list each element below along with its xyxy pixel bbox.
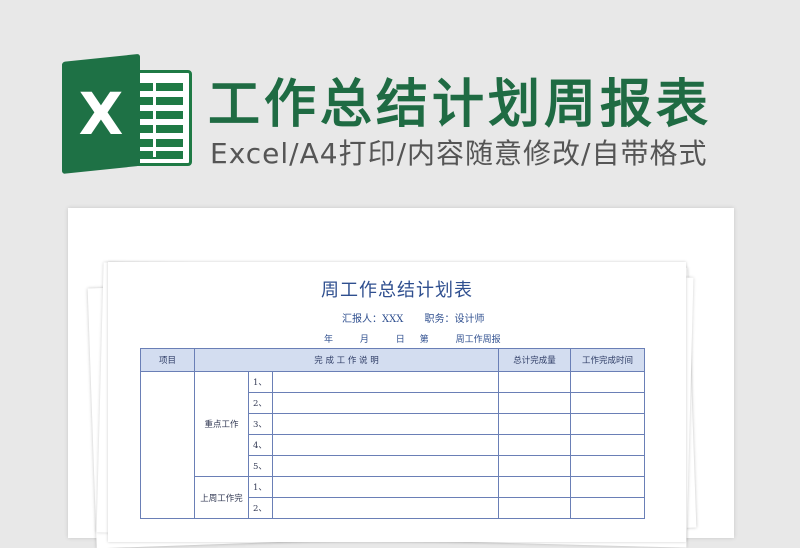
row-number: 1、 bbox=[248, 476, 273, 498]
description-cell bbox=[271, 455, 500, 477]
date-year: 年 bbox=[324, 335, 334, 345]
date-row: 年 月 日 第 周工作周报 bbox=[324, 332, 513, 345]
description-cell bbox=[271, 392, 500, 414]
date-week: 第 bbox=[419, 335, 429, 345]
row-number: 5、 bbox=[248, 455, 273, 477]
table-header-row: 项目 完 成 工 作 说 明 总计完成量 工作完成时间 bbox=[140, 348, 646, 372]
total-cell bbox=[498, 371, 572, 393]
excel-x-letter: X bbox=[78, 80, 124, 148]
description-cell bbox=[271, 497, 500, 519]
position-label: 职务：设计师 bbox=[424, 314, 485, 325]
sheet-title: 周工作总结计划表 bbox=[321, 280, 473, 301]
excel-logo-icon: X bbox=[62, 53, 194, 175]
section-label: 重点工作 bbox=[194, 371, 249, 477]
row-number: 2、 bbox=[248, 497, 273, 519]
project-cell bbox=[140, 371, 195, 519]
time-cell bbox=[570, 497, 646, 519]
row-number: 1、 bbox=[248, 371, 273, 393]
time-cell bbox=[570, 455, 646, 477]
row-number: 2、 bbox=[248, 392, 273, 414]
time-cell bbox=[570, 371, 646, 393]
total-cell bbox=[498, 455, 572, 477]
total-cell bbox=[498, 434, 572, 456]
description-cell bbox=[271, 476, 500, 498]
sheet-meta: 汇报人：XXX 职务：设计师 bbox=[342, 310, 503, 325]
description-cell bbox=[271, 413, 500, 435]
reporter-label: 汇报人：XXX bbox=[342, 314, 404, 325]
header-description: 完 成 工 作 说 明 bbox=[193, 348, 500, 372]
header-project: 项目 bbox=[140, 348, 195, 372]
total-cell bbox=[498, 392, 572, 414]
time-cell bbox=[570, 476, 646, 498]
section-label: 上周工作完 bbox=[194, 476, 249, 519]
date-month: 月 bbox=[359, 335, 369, 345]
header-total: 总计完成量 bbox=[498, 348, 572, 372]
description-cell bbox=[271, 434, 500, 456]
plan-table: 项目 完 成 工 作 说 明 总计完成量 工作完成时间 重点工作 1、 2、 3… bbox=[140, 348, 646, 519]
row-number: 4、 bbox=[248, 434, 273, 456]
spreadsheet-preview: 周工作总结计划表 汇报人：XXX 职务：设计师 年 月 日 第 周工作周报 项目… bbox=[108, 262, 686, 542]
table-row: 上周工作完 1、 bbox=[141, 476, 646, 519]
table-row: 重点工作 1、 bbox=[140, 371, 646, 519]
banner-title: 工作总结计划周报表 bbox=[208, 75, 713, 135]
date-report: 周工作周报 bbox=[455, 335, 501, 345]
total-cell bbox=[498, 413, 572, 435]
description-cell bbox=[271, 371, 500, 393]
header-time: 工作完成时间 bbox=[570, 348, 646, 372]
time-cell bbox=[570, 392, 646, 414]
time-cell bbox=[570, 413, 646, 435]
time-cell bbox=[570, 434, 646, 456]
date-day: 日 bbox=[395, 335, 405, 345]
total-cell bbox=[498, 497, 572, 519]
total-cell bbox=[498, 476, 572, 498]
banner-subtitle: Excel/A4打印/内容随意修改/自带格式 bbox=[210, 137, 708, 170]
row-number: 3、 bbox=[248, 413, 273, 435]
